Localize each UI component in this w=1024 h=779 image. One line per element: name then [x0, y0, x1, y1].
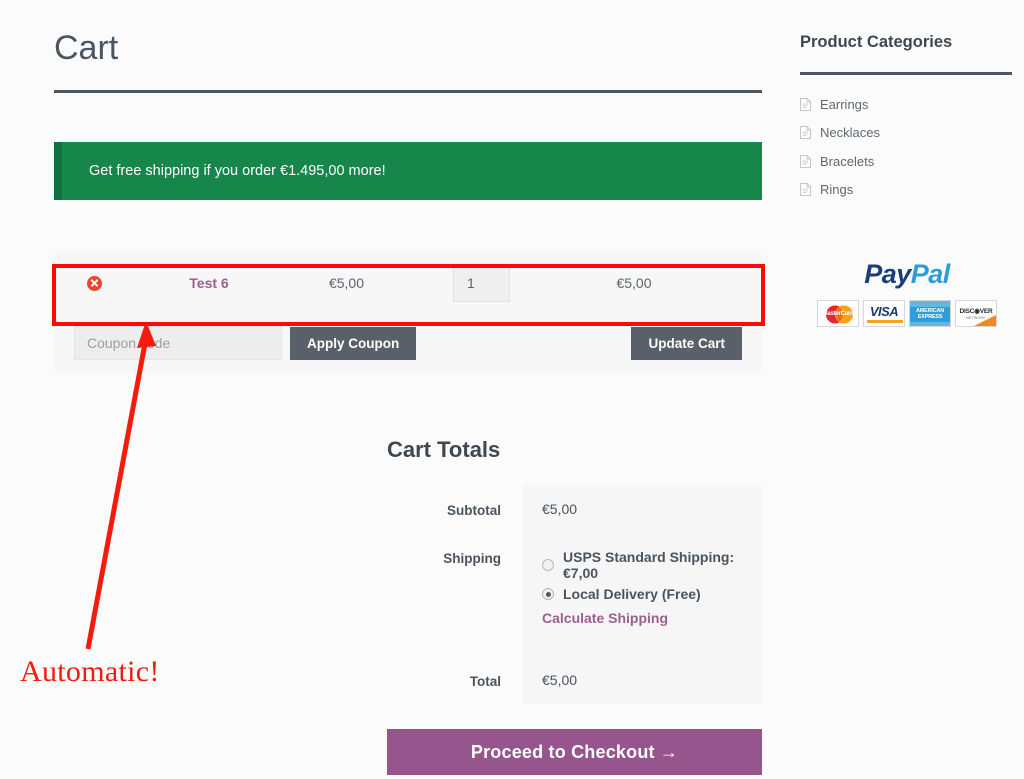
quantity-input[interactable]: [453, 264, 510, 302]
shipping-option-usps[interactable]: USPS Standard Shipping: €7,00: [542, 549, 762, 581]
cart-table: Test 6 €5,00 €5,00 Apply Coupon Update C…: [54, 252, 762, 372]
remove-circle-icon[interactable]: [86, 275, 102, 291]
sidebar-item-rings[interactable]: Rings: [800, 176, 1012, 205]
proceed-to-checkout-button[interactable]: Proceed to Checkout →: [387, 729, 762, 775]
subtotal-row: Subtotal €5,00: [387, 485, 762, 533]
product-categories-title: Product Categories: [800, 33, 953, 51]
free-shipping-message: Get free shipping if you order €1.495,00…: [89, 163, 386, 179]
document-icon: [800, 97, 811, 111]
coupon-input[interactable]: [74, 326, 282, 360]
shipping-option-local[interactable]: Local Delivery (Free): [542, 586, 762, 602]
remove-cell: [54, 275, 134, 291]
sidebar-item-label[interactable]: Earrings: [820, 97, 868, 112]
amex-label: AMERICAN EXPRESS: [915, 307, 945, 320]
table-row: Test 6 €5,00 €5,00: [54, 252, 762, 314]
cart-page: Cart Get free shipping if you order €1.4…: [0, 0, 1024, 779]
product-name-cell: Test 6: [134, 275, 284, 291]
cart-totals-heading: Cart Totals: [387, 437, 501, 462]
radio-icon-usps[interactable]: [542, 559, 554, 571]
sidebar-item-earrings[interactable]: Earrings: [800, 90, 1012, 119]
discover-sublabel: NETWORK: [966, 316, 986, 320]
main-content: Cart Get free shipping if you order €1.4…: [54, 0, 762, 372]
amex-icon: AMERICAN EXPRESS: [909, 300, 951, 327]
document-icon: [800, 154, 811, 168]
shipping-label: Shipping: [443, 551, 501, 566]
subtotal-label: Subtotal: [447, 503, 501, 518]
coupon-row: Apply Coupon Update Cart: [54, 314, 762, 372]
shipping-option-local-label: Local Delivery (Free): [563, 586, 701, 602]
quantity-cell: [409, 264, 554, 302]
subtotal-value: €5,00: [523, 485, 762, 533]
sidebar-item-necklaces[interactable]: Necklaces: [800, 119, 1012, 148]
discover-label: DISC◉VER: [959, 308, 993, 315]
sidebar-item-label[interactable]: Rings: [820, 182, 853, 197]
shipping-options-cell: USPS Standard Shipping: €7,00 Local Deli…: [523, 533, 762, 642]
page-title: Cart: [54, 29, 119, 67]
total-row: Total €5,00: [387, 656, 762, 704]
total-value: €5,00: [523, 656, 762, 704]
spacer-label: [387, 642, 523, 656]
sidebar: Product Categories Earrings Necklaces Br…: [800, 0, 1012, 327]
product-link[interactable]: Test 6: [189, 275, 228, 291]
visa-label: VISA: [869, 304, 899, 319]
shipping-option-usps-label: USPS Standard Shipping: €7,00: [563, 549, 735, 581]
product-price-cell: €5,00: [328, 275, 365, 291]
visa-icon: VISA: [863, 300, 905, 327]
document-icon: [800, 126, 811, 140]
free-shipping-notice: Get free shipping if you order €1.495,00…: [54, 142, 762, 200]
paypal-logo-pay: Pay: [864, 259, 911, 289]
shipping-row: Shipping USPS Standard Shipping: €7,00 L…: [387, 533, 762, 642]
total-label: Total: [469, 674, 501, 689]
sidebar-item-bracelets[interactable]: Bracelets: [800, 147, 1012, 176]
radio-icon-local[interactable]: [542, 588, 554, 600]
sidebar-item-label[interactable]: Necklaces: [820, 125, 880, 140]
paypal-logo-pal: Pal: [910, 259, 951, 289]
apply-coupon-button[interactable]: Apply Coupon: [290, 326, 417, 360]
paypal-badge: PayPal MasterCard VISA AMERICAN EXPRESS …: [816, 259, 998, 327]
annotation-label: Automatic!: [20, 655, 160, 688]
document-icon: [800, 183, 811, 197]
calculate-shipping-link[interactable]: Calculate Shipping: [542, 610, 668, 626]
mastercard-label: MasterCard: [822, 310, 854, 317]
accepted-cards: MasterCard VISA AMERICAN EXPRESS DISC◉VE…: [816, 300, 998, 327]
discover-icon: DISC◉VER NETWORK: [955, 300, 997, 327]
mastercard-icon: MasterCard: [817, 300, 859, 327]
spacer-cell: [523, 642, 762, 656]
paypal-logo: PayPal: [816, 259, 998, 289]
line-subtotal-cell: €5,00: [616, 275, 652, 291]
totals-spacer-row: [387, 642, 762, 656]
product-categories-list: Earrings Necklaces Bracelets Rings: [800, 75, 1012, 204]
cart-totals: Cart Totals Subtotal €5,00 Shipping USPS…: [387, 437, 762, 775]
cart-totals-table: Subtotal €5,00 Shipping USPS Standard Sh…: [387, 485, 762, 704]
title-divider: [54, 90, 762, 93]
update-cart-button[interactable]: Update Cart: [631, 326, 742, 360]
sidebar-item-label[interactable]: Bracelets: [820, 154, 874, 169]
